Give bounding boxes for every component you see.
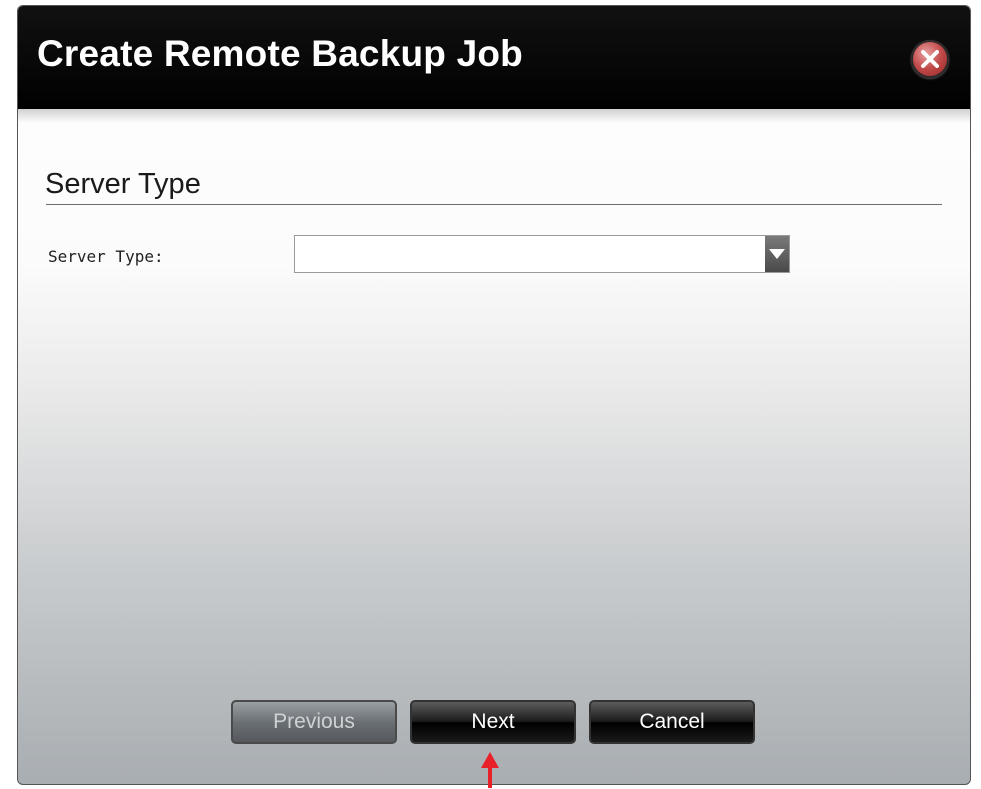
cancel-button[interactable]: Cancel bbox=[589, 700, 755, 744]
previous-button[interactable]: Previous bbox=[231, 700, 397, 744]
create-remote-backup-dialog: Create Remote Backup Job Server Type Ser… bbox=[17, 5, 971, 785]
next-button[interactable]: Next bbox=[410, 700, 576, 744]
server-type-select[interactable] bbox=[294, 235, 790, 273]
close-icon bbox=[921, 50, 939, 68]
title-bar: Create Remote Backup Job bbox=[18, 6, 970, 109]
dropdown-button[interactable] bbox=[765, 236, 789, 272]
section-heading: Server Type bbox=[45, 168, 201, 200]
dialog-title: Create Remote Backup Job bbox=[37, 33, 523, 74]
up-arrow-icon bbox=[481, 752, 499, 788]
section-divider bbox=[46, 204, 942, 205]
title-shadow bbox=[18, 109, 970, 123]
server-type-label: Server Type: bbox=[48, 247, 164, 266]
close-button[interactable] bbox=[911, 40, 949, 78]
chevron-down-icon bbox=[769, 249, 785, 259]
